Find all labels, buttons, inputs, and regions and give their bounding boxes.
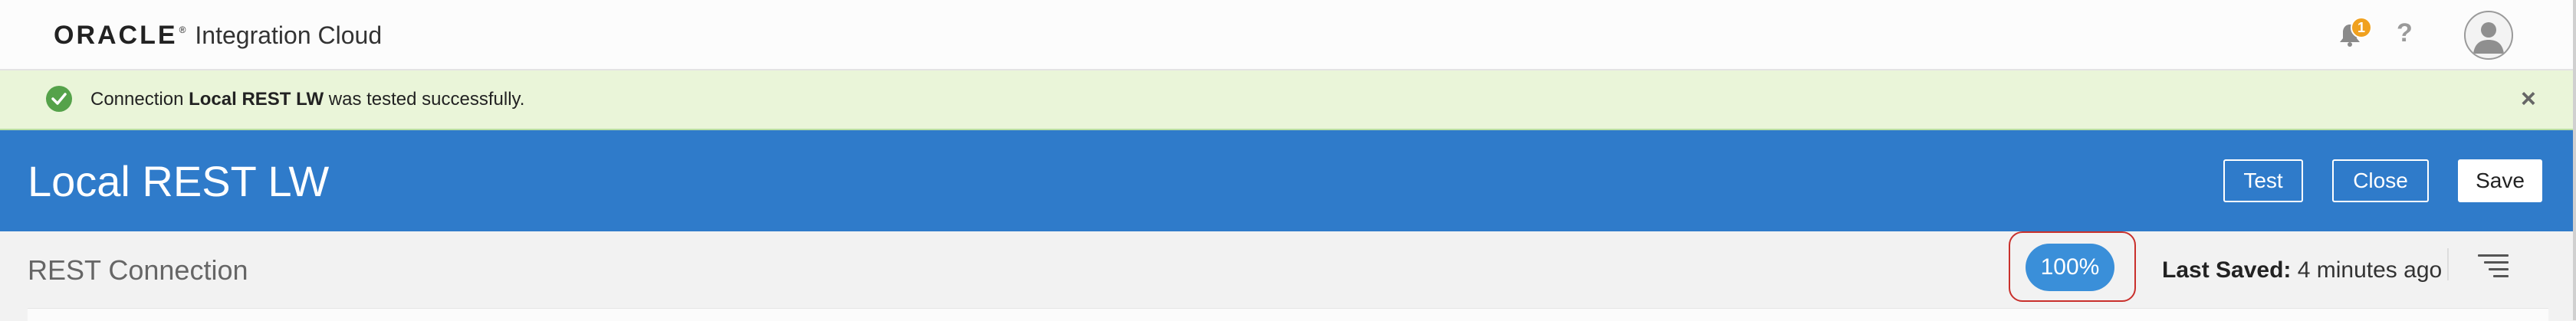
page-header: Local REST LW Test Close Save: [0, 130, 2576, 231]
user-avatar-icon[interactable]: [2464, 11, 2513, 60]
window-edge: [2573, 0, 2576, 320]
divider: [2447, 248, 2449, 280]
last-saved: Last Saved: 4 minutes ago: [2162, 257, 2442, 283]
banner-message: Connection Local REST LW was tested succ…: [90, 89, 524, 110]
page-title: Local REST LW: [28, 157, 330, 205]
last-saved-value: 4 minutes ago: [2291, 257, 2443, 283]
connection-type: REST Connection: [28, 254, 248, 286]
banner-prefix: Connection: [90, 89, 189, 110]
top-bar: ORACLE ® Integration Cloud 1 ?: [0, 0, 2576, 70]
list-menu-icon[interactable]: [2478, 254, 2509, 277]
brand-logo[interactable]: ORACLE ® Integration Cloud: [54, 21, 382, 51]
brand-name: ORACLE: [54, 21, 178, 50]
save-button[interactable]: Save: [2458, 159, 2542, 202]
close-button[interactable]: Close: [2332, 159, 2429, 202]
progress-badge[interactable]: 100%: [2026, 244, 2114, 291]
avatar-silhouette: [2473, 22, 2504, 54]
help-icon[interactable]: ?: [2397, 18, 2413, 48]
success-banner: Connection Local REST LW was tested succ…: [0, 70, 2576, 130]
test-button[interactable]: Test: [2223, 159, 2303, 202]
banner-suffix: was tested successfully.: [324, 89, 525, 110]
sub-header: REST Connection 100% Last Saved: 4 minut…: [0, 231, 2576, 308]
banner-connection-name: Local REST LW: [189, 89, 324, 110]
close-icon[interactable]: ×: [2521, 86, 2536, 112]
product-name: Integration Cloud: [195, 21, 383, 49]
content-panel: [28, 308, 2548, 321]
last-saved-label: Last Saved:: [2162, 257, 2292, 283]
notification-badge: 1: [2351, 17, 2372, 38]
check-circle-icon: [46, 86, 72, 112]
brand-registered-mark: ®: [179, 25, 186, 35]
